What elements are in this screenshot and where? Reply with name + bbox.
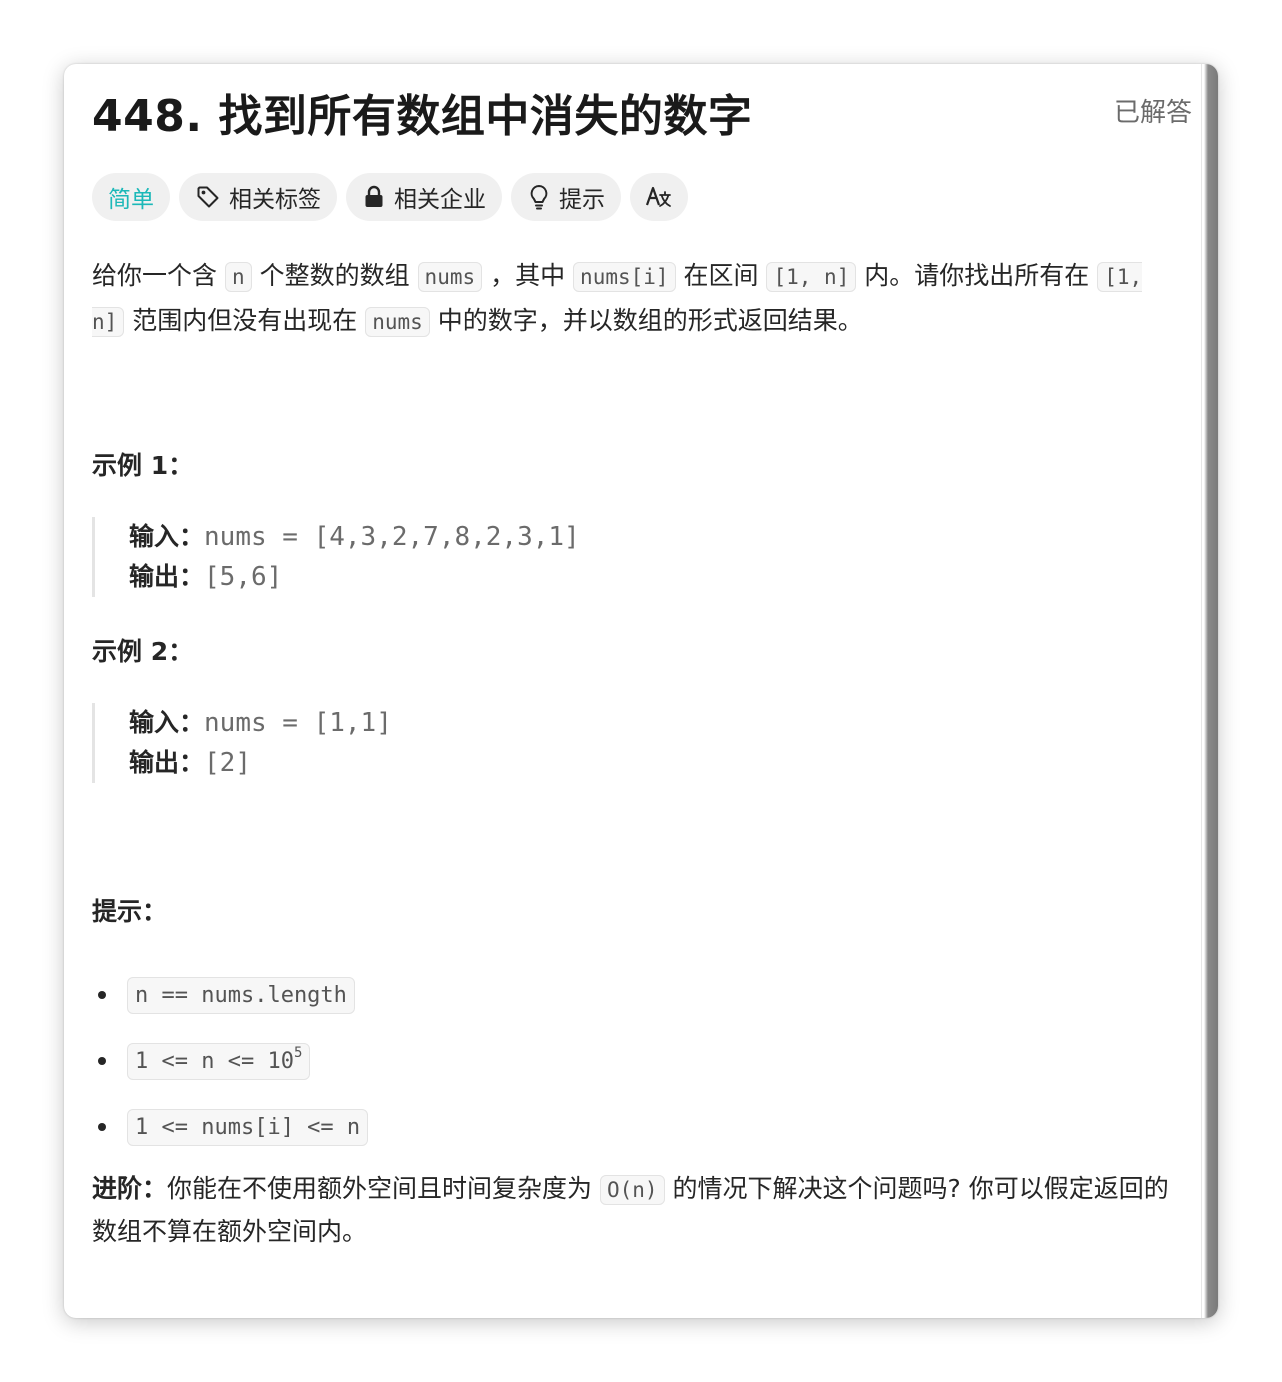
follow-up-label: 进阶： <box>92 1174 168 1203</box>
example-2-input-line: 输入：nums = [1,1] <box>129 703 829 743</box>
example-output: [5,6] <box>204 562 283 592</box>
bullet <box>98 1123 106 1131</box>
solved-label: 已解答 <box>1113 98 1192 128</box>
constraint-item: n == nums.length <box>92 962 368 1028</box>
tag-bar: 简单 相关标签 相关企业 提示 <box>92 173 688 221</box>
inline-code: nums <box>365 307 430 337</box>
inline-code: [1, n] <box>766 262 857 292</box>
example-2-block: 输入：nums = [1,1] 输出：[2] <box>92 703 829 783</box>
related-companies-label: 相关企业 <box>394 187 486 213</box>
description-text: 在区间 <box>683 261 759 290</box>
follow-up-text: 你能在不使用额外空间且时间复杂度为 <box>167 1174 593 1203</box>
description-text: 个整数的数组 <box>259 261 410 290</box>
scrollbar-track[interactable] <box>1201 64 1218 1318</box>
example-1-block: 输入：nums = [4,3,2,7,8,2,3,1] 输出：[5,6] <box>92 517 829 597</box>
description-text: 范围内但没有出现在 <box>132 306 358 335</box>
tag-icon <box>195 184 221 210</box>
constraint-item: 1 <= n <= 105 <box>92 1028 368 1094</box>
lightbulb-icon <box>527 183 551 211</box>
translate-icon <box>645 184 673 210</box>
constraint-text: n == nums.length <box>135 982 347 1008</box>
example-output: [2] <box>204 748 251 778</box>
input-label: 输入： <box>129 708 205 737</box>
output-label: 输出： <box>129 562 205 591</box>
bullet <box>98 991 106 999</box>
inline-code: n <box>224 262 252 292</box>
input-label: 输入： <box>129 522 205 551</box>
follow-up: 进阶：你能在不使用额外空间且时间复杂度为 O(n) 的情况下解决这个问题吗? 你… <box>92 1168 1172 1253</box>
scrollbar-thumb[interactable] <box>1202 64 1218 1318</box>
example-1-heading: 示例 1： <box>92 451 194 480</box>
constraint-code: 1 <= n <= 105 <box>127 1042 311 1080</box>
lock-icon <box>362 184 386 210</box>
translate-button[interactable] <box>630 173 688 221</box>
description-text: ，其中 <box>490 261 566 290</box>
example-2-heading: 示例 2： <box>92 637 194 666</box>
constraint-text: 1 <= nums[i] <= n <box>135 1114 361 1140</box>
constraints-list: n == nums.length 1 <= n <= 105 1 <= nums… <box>92 962 369 1160</box>
problem-title: 448. 找到所有数组中消失的数字 <box>92 91 753 142</box>
inline-code: nums[i] <box>573 262 676 292</box>
description-text: 内。请你找出所有在 <box>864 261 1090 290</box>
constraint-code: 1 <= nums[i] <= n <box>127 1108 369 1146</box>
bullet <box>98 1057 106 1065</box>
example-input: nums = [1,1] <box>204 708 392 738</box>
description-text: 给你一个含 <box>92 261 218 290</box>
example-2-output-line: 输出：[2] <box>129 743 829 783</box>
description-text: 中的数字，并以数组的形式返回结果。 <box>437 306 863 335</box>
difficulty-badge[interactable]: 简单 <box>92 173 170 221</box>
example-input: nums = [4,3,2,7,8,2,3,1] <box>204 522 580 552</box>
related-tags-button[interactable]: 相关标签 <box>179 173 337 221</box>
constraints-heading: 提示： <box>92 897 168 926</box>
constraint-text: 1 <= n <= 10 <box>135 1048 294 1074</box>
constraint-exponent: 5 <box>293 1044 303 1061</box>
constraint-code: n == nums.length <box>127 976 355 1014</box>
problem-panel: 448. 找到所有数组中消失的数字 已解答 简单 相关标签 相关企业 提示 给你… <box>64 64 1218 1318</box>
example-1-input-line: 输入：nums = [4,3,2,7,8,2,3,1] <box>129 517 829 557</box>
difficulty-label: 简单 <box>108 187 154 213</box>
problem-description: 给你一个含 n 个整数的数组 nums ，其中 nums[i] 在区间 [1, … <box>92 254 1172 344</box>
inline-code: nums <box>417 262 483 292</box>
related-tags-label: 相关标签 <box>229 187 321 213</box>
hint-label: 提示 <box>559 187 605 213</box>
hint-button[interactable]: 提示 <box>511 173 621 221</box>
constraint-item: 1 <= nums[i] <= n <box>92 1094 369 1160</box>
output-label: 输出： <box>129 748 205 777</box>
related-companies-button[interactable]: 相关企业 <box>346 173 502 221</box>
example-1-output-line: 输出：[5,6] <box>129 557 829 597</box>
inline-code: O(n) <box>599 1175 665 1205</box>
